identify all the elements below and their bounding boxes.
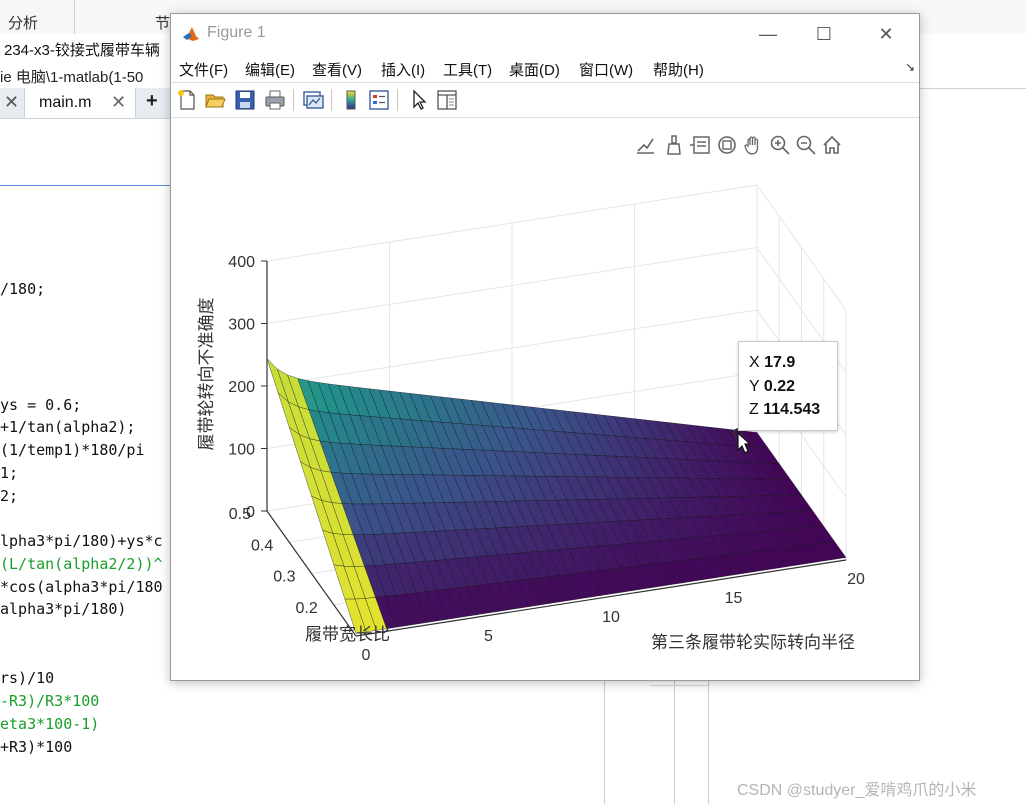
datatip-y-label: Y xyxy=(749,378,760,395)
menu-file[interactable]: 文件(F) xyxy=(179,59,228,80)
panel-divider xyxy=(708,680,709,804)
toolbar-separator xyxy=(397,89,398,111)
z-axis-label: 履带轮转向不准确度 xyxy=(197,298,217,451)
datatip-box[interactable]: X 17.9 Y 0.22 Z 114.543 xyxy=(738,341,838,431)
y-axis-label: 履带宽长比 xyxy=(305,625,390,645)
edit-plot-arrow-icon[interactable] xyxy=(407,88,431,112)
toolbar-separator xyxy=(293,89,294,111)
z-tick-label: 100 xyxy=(228,442,255,459)
new-tab-button[interactable]: + xyxy=(146,90,158,113)
maximize-button[interactable]: ☐ xyxy=(801,20,847,48)
save-icon[interactable] xyxy=(233,88,257,112)
editor-tab-label: main.m xyxy=(39,94,92,111)
x-axis-label: 第三条履带轮实际转向半径 xyxy=(651,633,855,653)
code-line: 1; xyxy=(0,464,19,482)
watermark: CSDN @studyer_爱啃鸡爪的小米 xyxy=(737,782,977,799)
editor-tab-main[interactable]: main.m ✕ xyxy=(24,88,136,118)
x-tick-label: 20 xyxy=(847,571,865,588)
colorbar-icon[interactable] xyxy=(339,88,363,112)
editor-divider xyxy=(0,185,180,186)
toolstrip-tab-analyze[interactable]: 分析 xyxy=(8,12,38,33)
link-plot-icon[interactable] xyxy=(301,88,325,112)
print-icon[interactable] xyxy=(263,88,287,112)
toolbar-separator xyxy=(331,89,332,111)
document-title: 234-x3-铰接式履带车辆 xyxy=(4,42,160,59)
y-tick-label: 0.2 xyxy=(296,600,318,617)
code-line: *cos(alpha3*pi/180 xyxy=(0,578,163,596)
menu-tools[interactable]: 工具(T) xyxy=(443,59,492,80)
close-button[interactable]: ✕ xyxy=(863,20,909,48)
right-panel xyxy=(915,62,1026,804)
code-line: lpha3*pi/180)+ys*c xyxy=(0,532,163,550)
panel-divider xyxy=(604,680,605,804)
figure-toolbar xyxy=(171,82,919,118)
toolstrip-tab-section[interactable]: 节 xyxy=(155,12,170,33)
x-tick-label: 15 xyxy=(725,590,743,607)
datatip-x-label: X xyxy=(749,354,760,371)
z-tick-label: 200 xyxy=(228,379,255,396)
datatip-z-label: Z xyxy=(749,401,759,418)
code-line: (1/temp1)*180/pi xyxy=(0,441,145,459)
code-line: ys = 0.6; xyxy=(0,396,82,414)
property-inspector-icon[interactable] xyxy=(435,88,459,112)
close-tab-icon[interactable]: ✕ xyxy=(4,92,19,113)
panel-divider xyxy=(915,88,1026,89)
figure-menu-bar: 文件(F) 编辑(E) 查看(V) 插入(I) 工具(T) 桌面(D) 窗口(W… xyxy=(171,54,919,82)
new-figure-icon[interactable] xyxy=(175,88,199,112)
figure-window[interactable]: Figure 1 — ☐ ✕ 文件(F) 编辑(E) 查看(V) 插入(I) 工… xyxy=(170,13,920,681)
code-line: +1/tan(alpha2); xyxy=(0,418,136,436)
folder-path-text: ie 电脑\1-matlab(1-50 xyxy=(0,69,144,86)
open-file-icon[interactable] xyxy=(203,88,227,112)
code-line: eta3*100-1) xyxy=(0,715,100,733)
datatip-z-row: Z 114.543 xyxy=(749,401,820,419)
code-line: (L/tan(alpha2/2))^ xyxy=(0,555,163,573)
z-tick-label: 300 xyxy=(228,317,255,334)
datatip-x-row: X 17.9 xyxy=(749,354,795,372)
toolstrip-separator xyxy=(74,0,75,34)
figure-title: Figure 1 xyxy=(207,24,266,41)
menu-help[interactable]: 帮助(H) xyxy=(653,59,704,80)
close-tab-icon[interactable]: ✕ xyxy=(111,92,126,113)
menu-edit[interactable]: 编辑(E) xyxy=(245,59,295,80)
y-tick-label: 0.3 xyxy=(273,569,295,586)
code-line: alpha3*pi/180) xyxy=(0,600,127,618)
datatip-x-value: 17.9 xyxy=(764,354,796,371)
matlab-logo-icon xyxy=(181,24,201,44)
code-line: /180; xyxy=(0,280,46,298)
menu-insert[interactable]: 插入(I) xyxy=(381,59,425,80)
menu-window[interactable]: 窗口(W) xyxy=(579,59,633,80)
datatip-y-row: Y 0.22 xyxy=(749,378,795,396)
y-tick-label: 0.5 xyxy=(229,506,251,523)
legend-icon[interactable] xyxy=(367,88,391,112)
code-line: 2; xyxy=(0,487,19,505)
datatip-y-value: 0.22 xyxy=(763,378,795,395)
y-tick-label: 0.4 xyxy=(251,537,273,554)
figure-title-bar[interactable]: Figure 1 — ☐ ✕ xyxy=(171,14,919,54)
minimize-button[interactable]: — xyxy=(745,20,791,48)
x-tick-label: 5 xyxy=(484,628,493,645)
code-line: +R3)*100 xyxy=(0,738,73,756)
editor-tab-strip: ✕ main.m ✕ + xyxy=(0,88,180,119)
panel-divider xyxy=(674,680,675,804)
z-tick-label: 400 xyxy=(228,254,255,271)
x-tick-label: 0 xyxy=(362,647,371,664)
x-tick-label: 10 xyxy=(602,609,620,626)
menu-desktop[interactable]: 桌面(D) xyxy=(509,59,560,80)
code-line: rs)/10 xyxy=(0,669,55,687)
code-line: -R3)/R3*100 xyxy=(0,692,100,710)
dock-arrow-icon[interactable]: ↘ xyxy=(905,60,915,74)
menu-view[interactable]: 查看(V) xyxy=(312,59,362,80)
datatip-z-value: 114.543 xyxy=(763,401,821,418)
